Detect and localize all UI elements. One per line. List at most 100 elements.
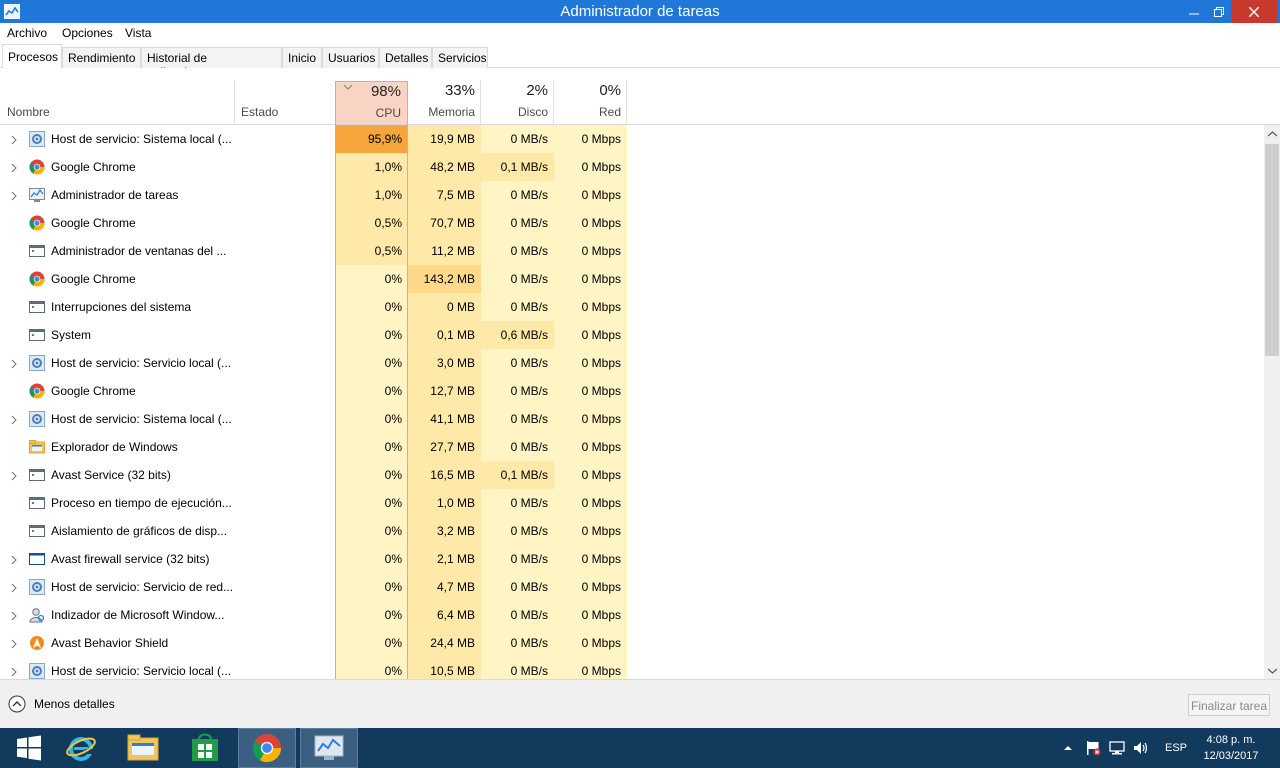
file-explorer-icon [127, 734, 159, 761]
expand-chevron-icon[interactable] [10, 134, 18, 145]
menu-vista[interactable]: Vista [125, 26, 151, 40]
chevron-up-circle-icon [8, 695, 26, 713]
column-nombre-label: Nombre [7, 105, 50, 119]
disk-value: 0 MB/s [481, 293, 554, 321]
column-disco[interactable]: 2% Disco [481, 68, 554, 124]
restore-button[interactable] [1205, 0, 1233, 23]
flag-warning-icon [1087, 741, 1101, 756]
taskbar-store[interactable] [176, 728, 234, 768]
process-row[interactable]: Google Chrome 0% 143,2 MB 0 MB/s 0 Mbps [0, 265, 1264, 293]
disk-value: 0,1 MB/s [481, 153, 554, 181]
input-language[interactable]: ESP [1165, 728, 1187, 768]
vertical-scrollbar[interactable] [1264, 125, 1280, 679]
column-memoria[interactable]: 33% Memoria [408, 68, 481, 124]
disk-value: 0 MB/s [481, 433, 554, 461]
process-row[interactable]: Avast Behavior Shield 0% 24,4 MB 0 MB/s 0 Mb… [0, 629, 1264, 657]
window-icon [29, 243, 45, 259]
process-name: Indizador de Microsoft Window... [51, 608, 225, 622]
cpu-value: 95,9% [335, 125, 408, 153]
column-divider [626, 80, 627, 124]
cpu-value: 0% [335, 601, 408, 629]
network-tray[interactable] [1109, 728, 1125, 768]
process-row[interactable]: Host de servicio: Sistema local (... 95,9… [0, 125, 1264, 153]
column-nombre[interactable]: Nombre [0, 68, 234, 124]
tab-detalles[interactable]: Detalles [379, 47, 432, 68]
start-button[interactable] [0, 728, 58, 768]
show-hidden-icons-button[interactable] [1063, 728, 1073, 768]
clock[interactable]: 4:08 p. m. 12/03/2017 [1196, 732, 1266, 764]
expand-chevron-icon[interactable] [10, 414, 18, 425]
process-row[interactable]: Google Chrome 0,5% 70,7 MB 0 MB/s 0 Mbps [0, 209, 1264, 237]
cpu-value: 1,0% [335, 153, 408, 181]
taskbar-task-manager[interactable] [300, 728, 358, 768]
taskbar-internet-explorer[interactable] [52, 728, 110, 768]
process-row[interactable]: Host de servicio: Servicio local (... 0% 1… [0, 657, 1264, 679]
process-row[interactable]: Host de servicio: Sistema local (... 0% 41… [0, 405, 1264, 433]
expand-chevron-icon[interactable] [10, 470, 18, 481]
less-details-label: Menos detalles [34, 697, 115, 711]
scroll-thumb[interactable] [1265, 144, 1279, 356]
memory-value: 3,0 MB [408, 349, 481, 377]
process-name: Aislamiento de gráficos de disp... [51, 524, 228, 538]
process-row[interactable]: Indizador de Microsoft Window... 0% 6,4 MB… [0, 601, 1264, 629]
disk-value: 0 MB/s [481, 181, 554, 209]
process-row[interactable]: Host de servicio: Servicio local (... 0% 3… [0, 349, 1264, 377]
column-estado[interactable]: Estado [235, 68, 335, 124]
network-value: 0 Mbps [554, 349, 627, 377]
process-row[interactable]: Proceso en tiempo de ejecución... 0% 1,0 M… [0, 489, 1264, 517]
tab-usuarios[interactable]: Usuarios [322, 47, 379, 68]
minimize-button[interactable] [1180, 0, 1208, 23]
clock-time: 4:08 p. m. [1206, 734, 1256, 746]
process-row[interactable]: Google Chrome 0% 12,7 MB 0 MB/s 0 Mbps [0, 377, 1264, 405]
avast-icon [29, 635, 45, 651]
tab-inicio[interactable]: Inicio [282, 47, 322, 68]
chrome-icon [29, 215, 45, 231]
process-row[interactable]: Avast firewall service (32 bits) 0% 2,1 MB… [0, 545, 1264, 573]
action-center-tray[interactable] [1085, 728, 1101, 768]
process-row[interactable]: System 0% 0,1 MB 0,6 MB/s 0 Mbps [0, 321, 1264, 349]
column-cpu[interactable]: 98% CPU [335, 81, 408, 124]
expand-chevron-icon[interactable] [10, 190, 18, 201]
taskbar-chrome[interactable] [238, 728, 296, 768]
process-row[interactable]: Host de servicio: Servicio de red... 0% 4,… [0, 573, 1264, 601]
expand-chevron-icon[interactable] [10, 638, 18, 649]
taskbar-file-explorer[interactable] [114, 728, 172, 768]
column-estado-label: Estado [241, 105, 279, 119]
close-button[interactable] [1231, 0, 1277, 23]
process-row[interactable]: Administrador de tareas 1,0% 7,5 MB 0 MB/s 0… [0, 181, 1264, 209]
disk-value: 0 MB/s [481, 237, 554, 265]
volume-tray[interactable] [1133, 728, 1149, 768]
process-row[interactable]: Google Chrome 1,0% 48,2 MB 0,1 MB/s 0 Mbps [0, 153, 1264, 181]
tab-historial[interactable]: Historial de aplicaciones [141, 47, 282, 79]
menu-archivo[interactable]: Archivo [7, 26, 47, 40]
expand-chevron-icon[interactable] [10, 666, 18, 677]
expand-chevron-icon[interactable] [10, 554, 18, 565]
end-task-button[interactable]: Finalizar tarea [1188, 694, 1270, 716]
memory-value: 27,7 MB [408, 433, 481, 461]
expand-chevron-icon[interactable] [10, 162, 18, 173]
process-row[interactable]: Interrupciones del sistema 0% 0 MB 0 MB/s 0 … [0, 293, 1264, 321]
process-row[interactable]: Administrador de ventanas del ... 0,5% 11,… [0, 237, 1264, 265]
menu-opciones[interactable]: Opciones [62, 26, 113, 40]
cpu-total: 98% [370, 83, 401, 100]
cpu-value: 0% [335, 405, 408, 433]
process-row[interactable]: Avast Service (32 bits) 0% 16,5 MB 0,1 MB/s… [0, 461, 1264, 489]
window-icon [29, 495, 45, 511]
expand-chevron-icon[interactable] [10, 582, 18, 593]
expand-chevron-icon[interactable] [10, 610, 18, 621]
process-row[interactable]: Aislamiento de gráficos de disp... 0% 3,2 … [0, 517, 1264, 545]
tab-rendimiento[interactable]: Rendimiento [62, 47, 141, 68]
network-icon [1109, 741, 1125, 755]
scroll-up-button[interactable] [1264, 125, 1280, 142]
network-value: 0 Mbps [554, 405, 627, 433]
process-name: Administrador de tareas [51, 188, 179, 202]
network-value: 0 Mbps [554, 573, 627, 601]
expand-chevron-icon[interactable] [10, 358, 18, 369]
less-details-button[interactable]: Menos detalles [8, 695, 115, 713]
process-row[interactable]: Explorador de Windows 0% 27,7 MB 0 MB/s 0 Mb… [0, 433, 1264, 461]
scroll-down-button[interactable] [1264, 662, 1280, 679]
tab-procesos[interactable]: Procesos [2, 44, 62, 69]
memory-value: 0,1 MB [408, 321, 481, 349]
column-red[interactable]: 0% Red [554, 68, 627, 124]
tab-servicios[interactable]: Servicios [432, 47, 488, 68]
